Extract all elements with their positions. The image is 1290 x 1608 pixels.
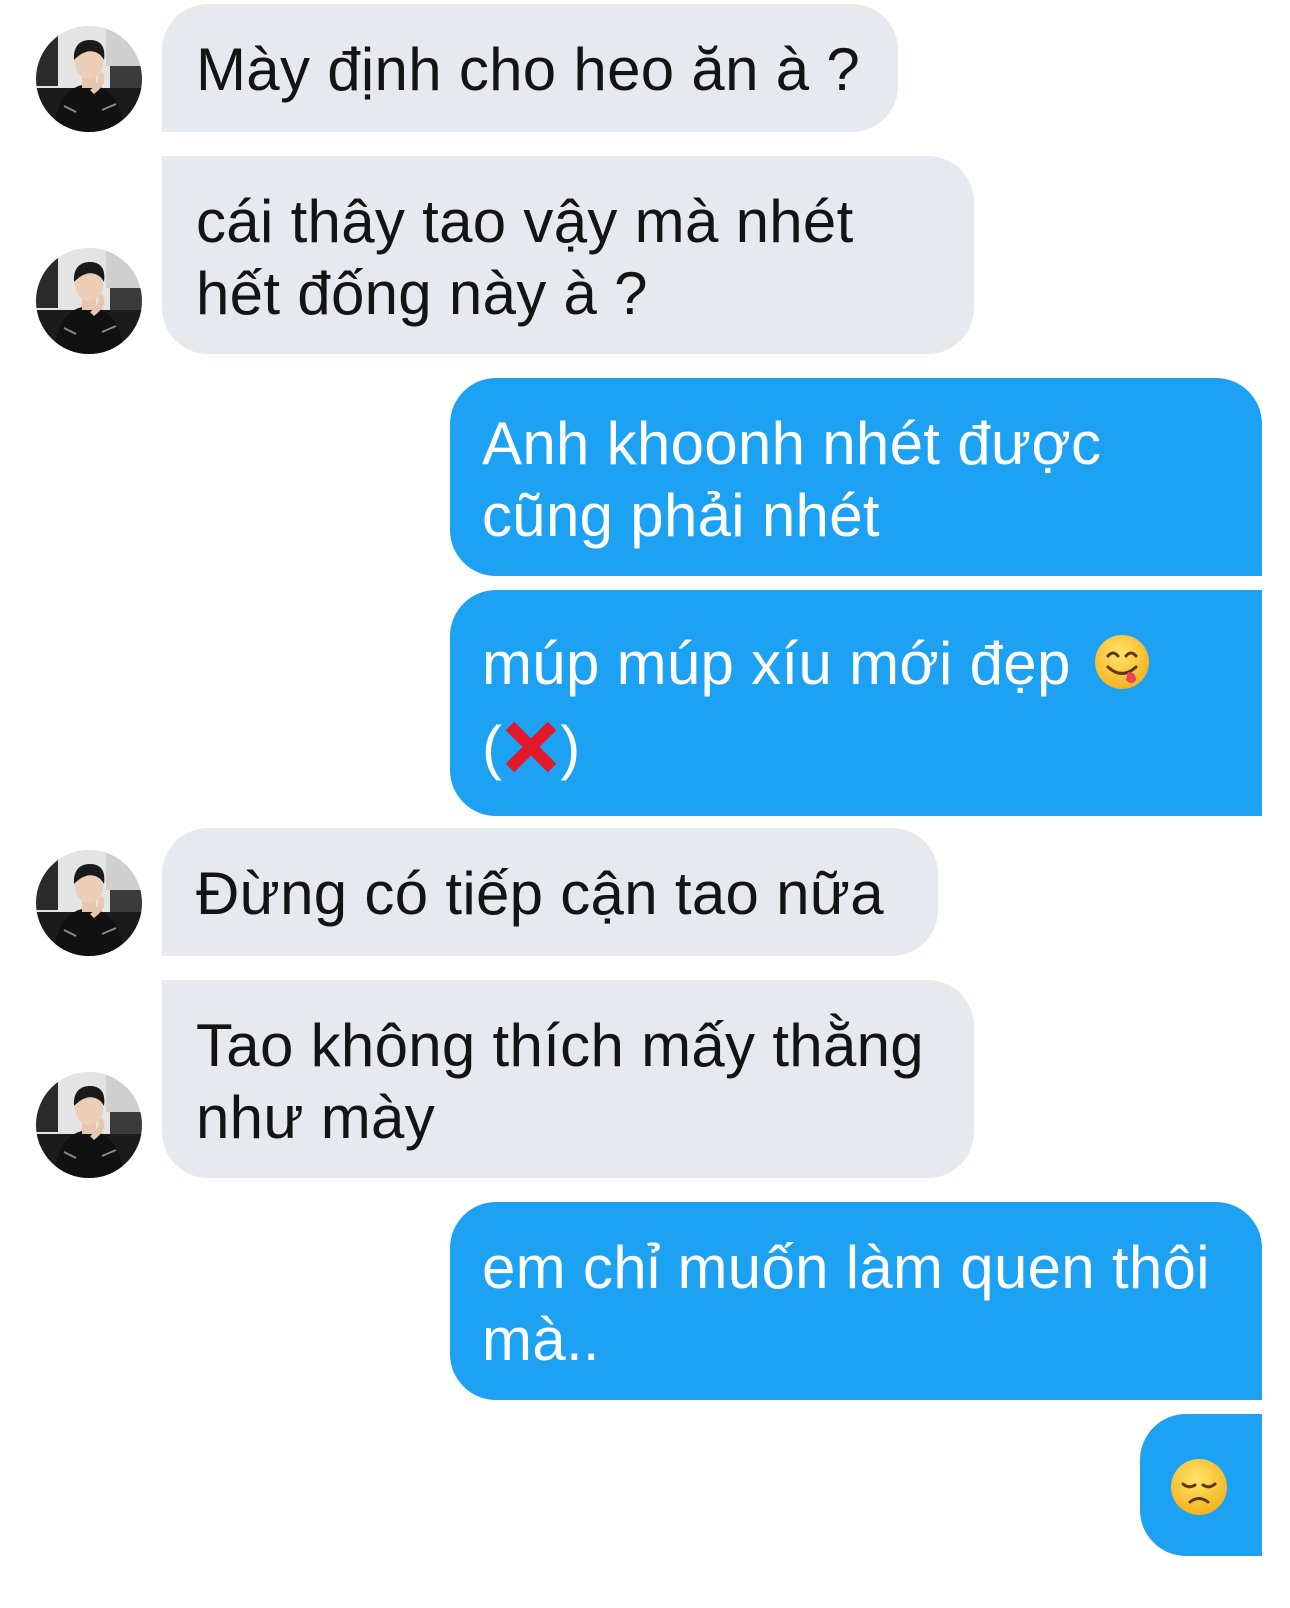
incoming-message-bubble[interactable]: Mày định cho heo ăn à ? xyxy=(162,4,898,132)
message-text-line: em chỉ muốn làm quen thôi xyxy=(482,1234,1210,1301)
message-text-line: hết đống này à ? xyxy=(196,260,648,327)
message-text-line: Tao không thích mấy thằng xyxy=(196,1012,924,1079)
contact-avatar[interactable] xyxy=(36,850,142,956)
message-text-line: Anh khoonh nhét được xyxy=(482,410,1102,477)
outgoing-emoji-bubble[interactable] xyxy=(1140,1414,1262,1556)
message-text-line: như mày xyxy=(196,1084,436,1151)
smiling-face-savoring-food-icon xyxy=(1094,635,1149,689)
incoming-message-bubble[interactable]: Tao không thích mấy thằng như mày xyxy=(162,980,974,1178)
incoming-message-bubble[interactable]: cái thây tao vậy mà nhét hết đống này à … xyxy=(162,156,974,354)
message-text-line: cái thây tao vậy mà nhét xyxy=(196,188,854,255)
disappointed-face-icon xyxy=(1171,1459,1227,1515)
message-text: Đừng có tiếp cận tao nữa xyxy=(196,860,884,927)
contact-avatar[interactable] xyxy=(36,248,142,354)
contact-avatar[interactable] xyxy=(36,26,142,132)
outgoing-message-bubble[interactable]: Anh khoonh nhét được cũng phải nhét xyxy=(450,378,1262,576)
message-text-line: mà.. xyxy=(482,1306,600,1373)
outgoing-message-bubble[interactable]: múp múp xíu mới đẹp ( ) xyxy=(450,590,1262,816)
message-text-line: múp múp xíu mới đẹp xyxy=(482,630,1071,697)
cross-mark-icon xyxy=(506,721,557,773)
contact-avatar[interactable] xyxy=(36,1072,142,1178)
message-text-line: cũng phải nhét xyxy=(482,482,880,549)
incoming-message-bubble[interactable]: Đừng có tiếp cận tao nữa xyxy=(162,828,938,956)
message-text: Mày định cho heo ăn à ? xyxy=(196,36,861,103)
outgoing-message-bubble[interactable]: em chỉ muốn làm quen thôi mà.. xyxy=(450,1202,1262,1400)
paren-open: ( xyxy=(482,714,503,781)
paren-close: ) xyxy=(560,714,581,781)
